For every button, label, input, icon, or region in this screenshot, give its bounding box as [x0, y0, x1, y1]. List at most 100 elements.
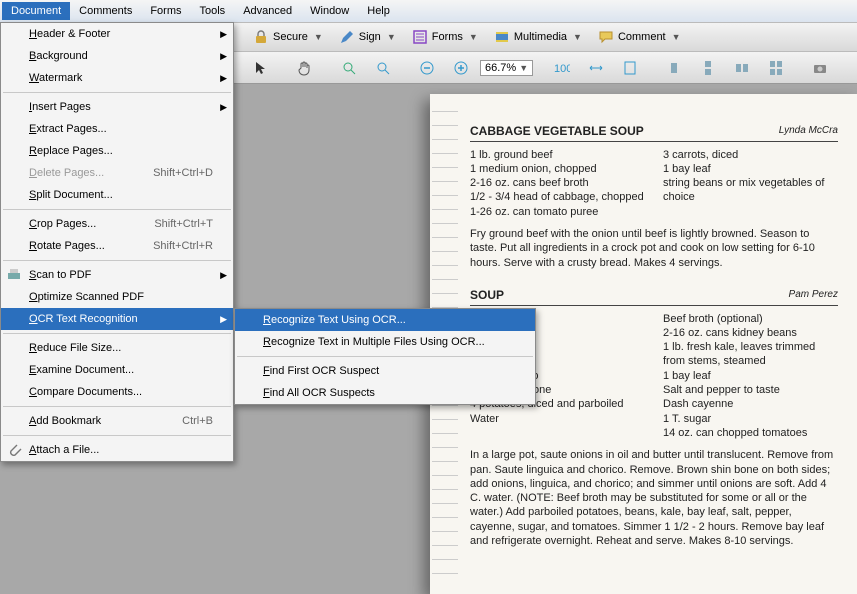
menu-advanced[interactable]: Advanced — [234, 2, 301, 20]
menu-item-label: Delete Pages... — [29, 167, 104, 179]
menu-item-label: Header & Footer — [29, 28, 110, 40]
film-icon — [494, 29, 510, 45]
ingredient-line: Beef broth (optional) — [663, 312, 838, 326]
menu-item-label: Rotate Pages... — [29, 240, 105, 252]
100-icon: 100 — [554, 60, 570, 76]
submenu-arrow-icon: ▶ — [220, 102, 227, 113]
shortcut-label: Shift+Ctrl+R — [153, 240, 213, 252]
menu-comments[interactable]: Comments — [70, 2, 141, 20]
document-menu-item-5[interactable]: Extract Pages... — [1, 118, 233, 140]
fit-100[interactable]: 100 — [547, 56, 577, 80]
menu-item-label: Insert Pages — [29, 101, 91, 113]
menu-separator — [3, 406, 231, 407]
single-page-icon — [666, 60, 682, 76]
fit-width-icon — [588, 60, 604, 76]
facing-icon — [734, 60, 750, 76]
comment-label: Comment — [618, 31, 666, 43]
menu-forms[interactable]: Forms — [141, 2, 190, 20]
recipe1-ingredients: 1 lb. ground beef1 medium onion, chopped… — [470, 148, 838, 219]
fit-width[interactable] — [581, 56, 611, 80]
ocr-menu-item-4[interactable]: Find All OCR Suspects — [235, 382, 535, 404]
zoom-input[interactable]: 66.7% ▼ — [480, 60, 533, 76]
menu-window[interactable]: Window — [301, 2, 358, 20]
cursor-icon — [253, 60, 269, 76]
document-menu-item-7: Delete Pages... Shift+Ctrl+D — [1, 162, 233, 184]
menu-item-label: Scan to PDF — [29, 269, 91, 281]
document-menu-item-1[interactable]: Background▶ — [1, 45, 233, 67]
recipe1-left-col: 1 lb. ground beef1 medium onion, chopped… — [470, 148, 645, 219]
document-menu-item-23[interactable]: Attach a File... — [1, 439, 233, 461]
document-menu-item-17[interactable]: Reduce File Size... — [1, 337, 233, 359]
view-cont[interactable] — [693, 56, 723, 80]
menu-item-label: Crop Pages... — [29, 218, 96, 230]
ingredient-line: 2-16 oz. cans kidney beans — [663, 326, 838, 340]
ingredient-line: Water — [470, 412, 645, 426]
select-tool[interactable] — [246, 56, 276, 80]
marquee-zoom[interactable] — [334, 56, 364, 80]
zoom-dynamic[interactable] — [368, 56, 398, 80]
menu-item-label: Extract Pages... — [29, 123, 107, 135]
menu-document[interactable]: Document — [2, 2, 70, 20]
document-menu-item-8[interactable]: Split Document... — [1, 184, 233, 206]
view-single[interactable] — [659, 56, 689, 80]
menu-item-label: Find All OCR Suspects — [263, 387, 375, 399]
ingredient-line: 2-16 oz. cans beef broth — [470, 176, 645, 190]
scanner-icon — [6, 267, 22, 283]
ingredient-line: 1/2 - 3/4 head of cabbage, chopped — [470, 190, 645, 204]
zoom-value: 66.7% — [485, 62, 516, 74]
document-menu-item-15[interactable]: OCR Text Recognition▶ — [1, 308, 233, 330]
view-cont-facing[interactable] — [761, 56, 791, 80]
ingredient-line: 14 oz. can chopped tomatoes — [663, 426, 838, 440]
multimedia-button[interactable]: Multimedia▼ — [487, 25, 589, 49]
shortcut-label: Shift+Ctrl+D — [153, 167, 213, 179]
ingredient-line: 1 lb. ground beef — [470, 148, 645, 162]
menu-separator — [237, 356, 533, 357]
document-menu-item-11[interactable]: Rotate Pages... Shift+Ctrl+R — [1, 235, 233, 257]
secure-label: Secure — [273, 31, 308, 43]
document-menu-item-10[interactable]: Crop Pages...Shift+Ctrl+T — [1, 213, 233, 235]
menu-tools[interactable]: Tools — [191, 2, 235, 20]
fit-page[interactable] — [615, 56, 645, 80]
document-menu-item-19[interactable]: Compare Documents... — [1, 381, 233, 403]
hand-tool[interactable] — [290, 56, 320, 80]
document-menu-item-0[interactable]: Header & Footer▶ — [1, 23, 233, 45]
recipe2-title: SOUP — [470, 288, 504, 304]
recipe-1: CABBAGE VEGETABLE SOUPLynda McCra 1 lb. … — [470, 124, 838, 270]
ingredient-line: 1 medium onion, chopped — [470, 162, 645, 176]
ingredient-line: 1 T. sugar — [663, 412, 838, 426]
document-menu-item-21[interactable]: Add Bookmark Ctrl+B — [1, 410, 233, 432]
submenu-arrow-icon: ▶ — [220, 314, 227, 325]
comment-button[interactable]: Comment▼ — [591, 25, 688, 49]
bookmark-tool[interactable] — [849, 56, 857, 80]
document-menu-item-14[interactable]: Optimize Scanned PDF — [1, 286, 233, 308]
document-menu-item-18[interactable]: Examine Document... — [1, 359, 233, 381]
recipe2-author: Pam Perez — [789, 288, 838, 304]
menu-separator — [3, 333, 231, 334]
forms-button[interactable]: Forms▼ — [405, 25, 485, 49]
ocr-menu-item-3[interactable]: Find First OCR Suspect — [235, 360, 535, 382]
document-menu-item-4[interactable]: Insert Pages ▶ — [1, 96, 233, 118]
document-menu-item-2[interactable]: Watermark ▶ — [1, 67, 233, 89]
menu-separator — [3, 435, 231, 436]
ocr-menu-item-1[interactable]: Recognize Text in Multiple Files Using O… — [235, 331, 535, 353]
snapshot-tool[interactable] — [805, 56, 835, 80]
document-menu-item-13[interactable]: Scan to PDF▶ — [1, 264, 233, 286]
menu-item-label: Reduce File Size... — [29, 342, 121, 354]
document-menu-item-6[interactable]: Replace Pages... — [1, 140, 233, 162]
menu-item-label: Attach a File... — [29, 444, 99, 456]
zoom-in[interactable] — [446, 56, 476, 80]
menu-help[interactable]: Help — [358, 2, 399, 20]
zoom-out[interactable] — [412, 56, 442, 80]
menu-item-label: Watermark — [29, 72, 82, 84]
pen-icon — [339, 29, 355, 45]
menu-item-label: Add Bookmark — [29, 415, 101, 427]
ocr-menu-item-0[interactable]: Recognize Text Using OCR... — [235, 309, 535, 331]
submenu-arrow-icon: ▶ — [220, 51, 227, 62]
secure-button[interactable]: Secure▼ — [246, 25, 330, 49]
sign-button[interactable]: Sign▼ — [332, 25, 403, 49]
menu-separator — [3, 92, 231, 93]
zoom-dyn-icon — [375, 60, 391, 76]
submenu-arrow-icon: ▶ — [220, 73, 227, 84]
shortcut-label: Ctrl+B — [182, 415, 213, 427]
view-facing[interactable] — [727, 56, 757, 80]
